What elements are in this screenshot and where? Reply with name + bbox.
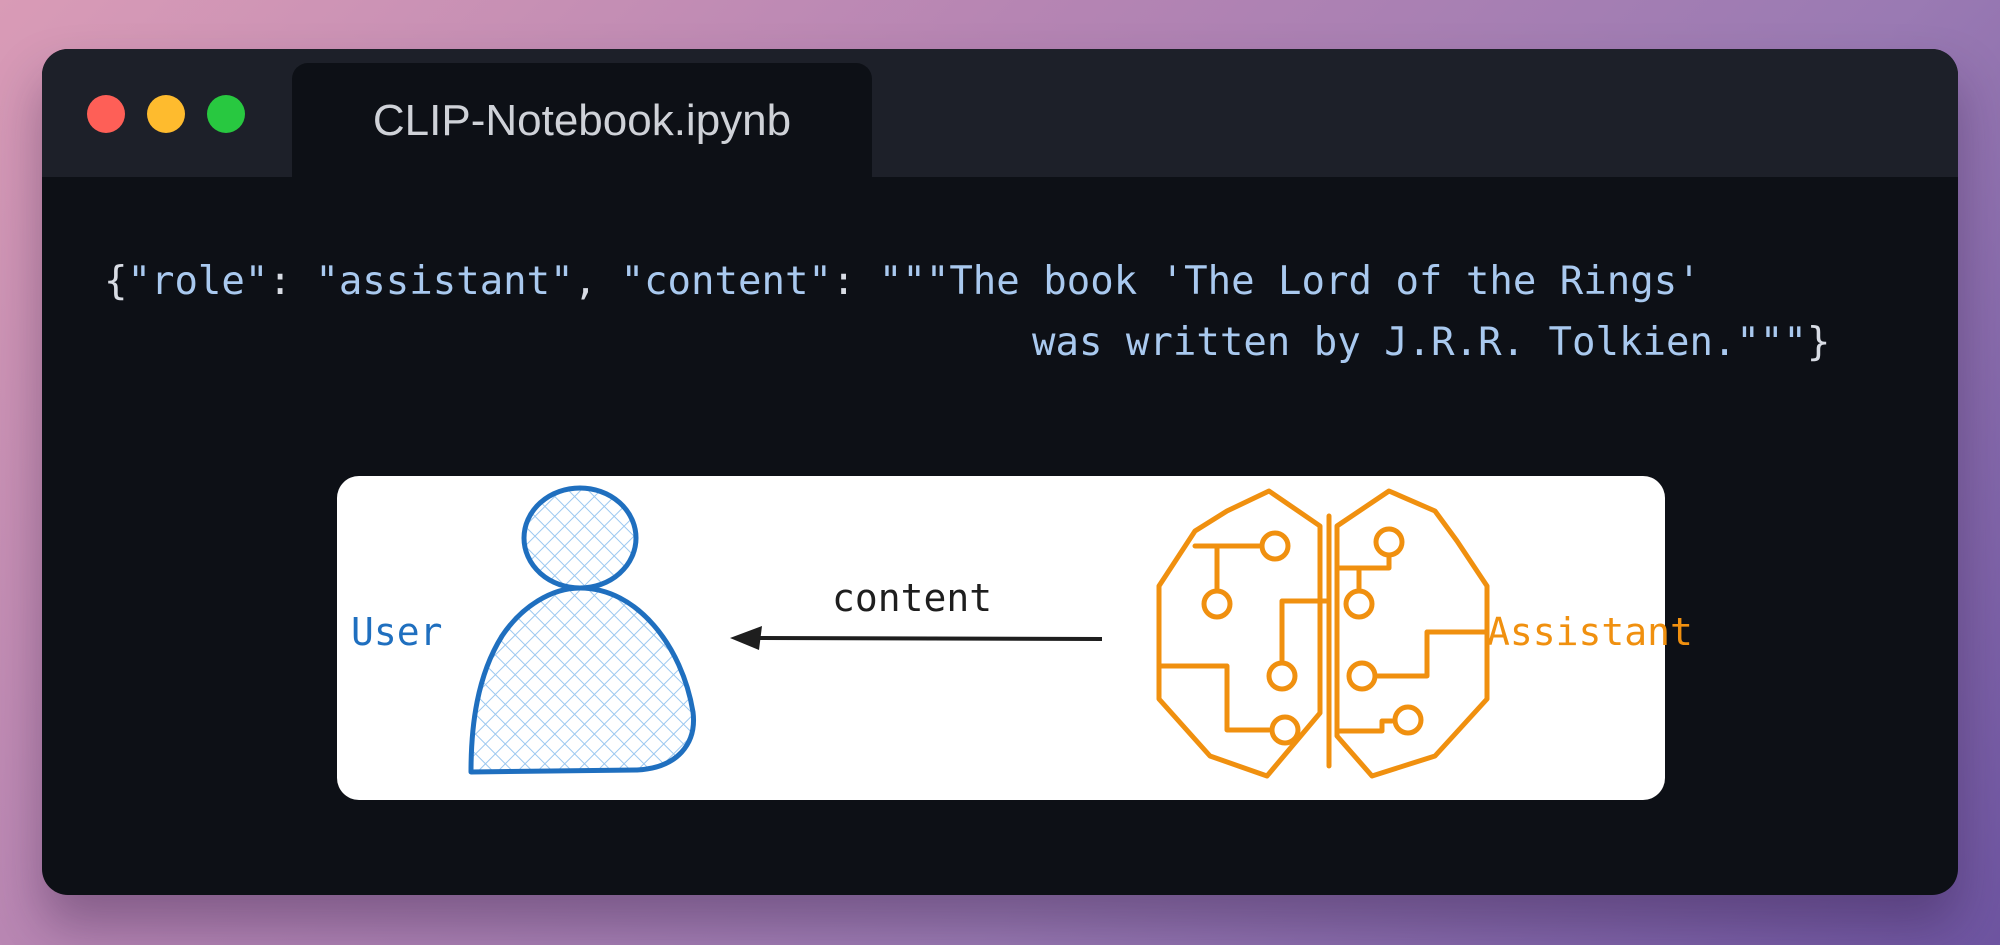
assistant-label: Assistant — [1487, 610, 1693, 654]
maximize-window-button[interactable] — [207, 95, 245, 133]
arrow-label: content — [832, 576, 993, 620]
person-icon — [468, 485, 696, 775]
comma: , — [573, 259, 621, 304]
diagram-canvas — [468, 485, 1490, 779]
role-key: "role" — [127, 259, 269, 304]
minimize-window-button[interactable] — [147, 95, 185, 133]
code-line-2: was written by J.R.R. Tolkien."""} — [1032, 312, 1830, 373]
close-window-button[interactable] — [87, 95, 125, 133]
tab-title: CLIP-Notebook.ipynb — [372, 96, 792, 145]
arrow-to-user — [730, 626, 1103, 650]
content-value-line-2: was written by J.R.R. Tolkien.""" — [1032, 320, 1807, 365]
content-key: "content" — [620, 259, 832, 304]
close-brace: } — [1806, 320, 1831, 365]
role-value: "assistant" — [315, 259, 574, 304]
role-diagram: User content Assistant — [337, 476, 1693, 800]
content-value-line-1: """The book 'The Lord of the Rings' — [878, 259, 1701, 304]
colon: : — [831, 259, 879, 304]
ai-brain-circuit-icon — [1156, 488, 1490, 779]
code-line-1: {"role": "assistant", "content": """The … — [104, 251, 1701, 312]
colon: : — [268, 259, 316, 304]
tab-notebook[interactable]: CLIP-Notebook.ipynb — [292, 63, 872, 191]
open-brace: { — [104, 259, 128, 304]
user-label: User — [351, 610, 443, 654]
notebook-window: CLIP-Notebook.ipynb {"role": "assistant"… — [42, 49, 1958, 895]
